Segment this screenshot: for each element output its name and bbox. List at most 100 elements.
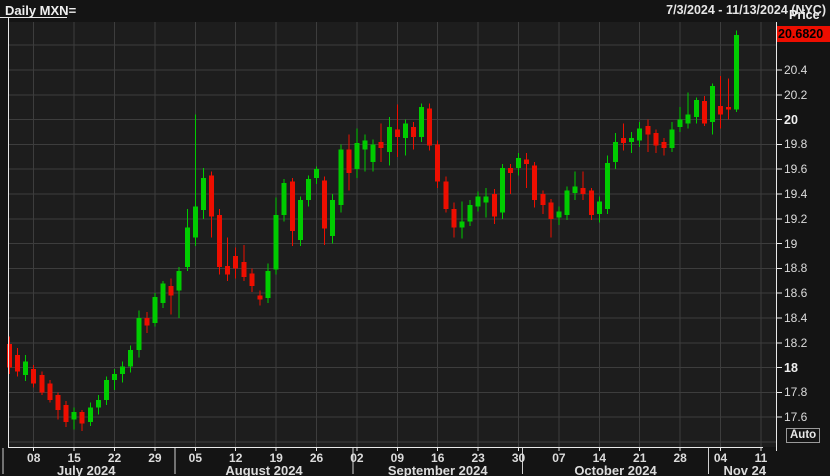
grid-line-horizontal: [8, 268, 776, 269]
grid-line-vertical: [356, 22, 357, 447]
candle-body: [241, 262, 246, 277]
y-tick-mark: [776, 70, 782, 71]
candle-body: [645, 126, 650, 135]
candle-wick: [647, 120, 648, 152]
grid-line-horizontal: [8, 119, 776, 120]
candle-body: [88, 407, 93, 422]
grid-line-horizontal: [8, 293, 776, 294]
y-tick-mark: [776, 293, 782, 294]
grid-line-vertical: [74, 22, 75, 447]
candle-wick: [575, 172, 576, 201]
auto-scale-button[interactable]: Auto: [786, 428, 820, 443]
y-axis-label: 17.6: [784, 410, 807, 424]
candle-body: [581, 188, 586, 194]
grid-line-horizontal: [8, 318, 776, 319]
candle-body: [274, 215, 279, 270]
candle-body: [379, 142, 384, 148]
y-tick-mark: [776, 119, 782, 120]
candle-body: [686, 115, 691, 124]
candle-body: [427, 108, 432, 145]
candle-body: [500, 168, 505, 213]
candle-body: [613, 142, 618, 162]
candle-body: [225, 266, 230, 275]
candle-10-08: [565, 187, 570, 220]
y-axis-label: 18: [784, 361, 798, 375]
candle-body: [112, 374, 117, 380]
candle-body: [694, 100, 699, 117]
candle-08-22: [298, 196, 303, 246]
last-price-badge: 20.6820: [777, 26, 830, 42]
candle-body: [136, 318, 141, 350]
candle-wick: [583, 172, 584, 201]
candle-body: [314, 169, 319, 178]
candle-body: [371, 144, 376, 161]
candle-body: [96, 400, 101, 407]
y-tick-mark: [776, 417, 782, 418]
grid-line-horizontal: [8, 442, 776, 443]
candle-body: [104, 380, 109, 400]
plot-background: [8, 22, 776, 447]
candle-08-29: [338, 144, 343, 212]
y-tick-mark: [776, 243, 782, 244]
y-tick-mark: [776, 218, 782, 219]
candle-body: [266, 271, 271, 298]
candle-wick: [526, 153, 527, 188]
grid-line-vertical: [680, 22, 681, 447]
y-axis-label: 20: [784, 113, 798, 127]
y-tick-mark: [776, 392, 782, 393]
y-axis-label: 18.6: [784, 286, 807, 300]
candle-wick: [728, 79, 729, 120]
candle-wick: [720, 76, 721, 128]
y-tick-mark: [776, 94, 782, 95]
candle-body: [282, 183, 287, 215]
y-axis-label: 20.4: [784, 63, 807, 77]
y-tick-mark: [776, 169, 782, 170]
x-axis-month-label: September 2024: [363, 463, 513, 476]
candle-body: [217, 215, 222, 267]
candle-body: [516, 158, 521, 168]
y-axis-label: 19.4: [784, 187, 807, 201]
candle-body: [193, 206, 198, 237]
candle-body: [64, 405, 69, 422]
candle-body: [15, 355, 20, 371]
candle-body: [540, 194, 545, 205]
x-axis-month-label: October 2024: [541, 463, 691, 476]
candle-body: [476, 196, 481, 206]
grid-line-vertical: [760, 22, 761, 447]
candle-body: [120, 366, 125, 373]
candle-body: [443, 182, 448, 209]
y-axis-label: 18.4: [784, 311, 807, 325]
x-axis-month-label: August 2024: [189, 463, 339, 476]
grid-line-horizontal: [8, 94, 776, 95]
grid-line-horizontal: [8, 45, 776, 46]
y-axis-label: 18.2: [784, 336, 807, 350]
candle-body: [298, 200, 303, 240]
candle-body: [306, 179, 311, 200]
grid-line-vertical: [639, 22, 640, 447]
candle-body: [589, 190, 594, 215]
candle-body: [346, 149, 351, 173]
grid-line-horizontal: [8, 194, 776, 195]
candle-09-13: [427, 103, 432, 150]
candle-body: [718, 106, 723, 115]
candle-body: [734, 35, 739, 110]
candle-body: [411, 127, 416, 137]
y-axis-label: 18.8: [784, 261, 807, 275]
candle-body: [7, 344, 12, 368]
candle-body: [31, 369, 36, 384]
y-axis-label: 17.8: [784, 385, 807, 399]
grid-line-vertical: [437, 22, 438, 447]
candle-body: [47, 384, 52, 400]
candle-body: [573, 187, 578, 193]
candle-body: [637, 128, 642, 140]
candlestick-chart: [0, 0, 830, 476]
candle-body: [726, 107, 731, 109]
grid-line-vertical: [154, 22, 155, 447]
candle-body: [670, 130, 675, 149]
candle-body: [403, 123, 408, 138]
y-axis-label: 19: [784, 237, 797, 251]
candle-body: [185, 227, 190, 267]
candle-body: [702, 101, 707, 123]
grid-line-vertical: [235, 22, 236, 447]
candle-body: [492, 194, 497, 216]
